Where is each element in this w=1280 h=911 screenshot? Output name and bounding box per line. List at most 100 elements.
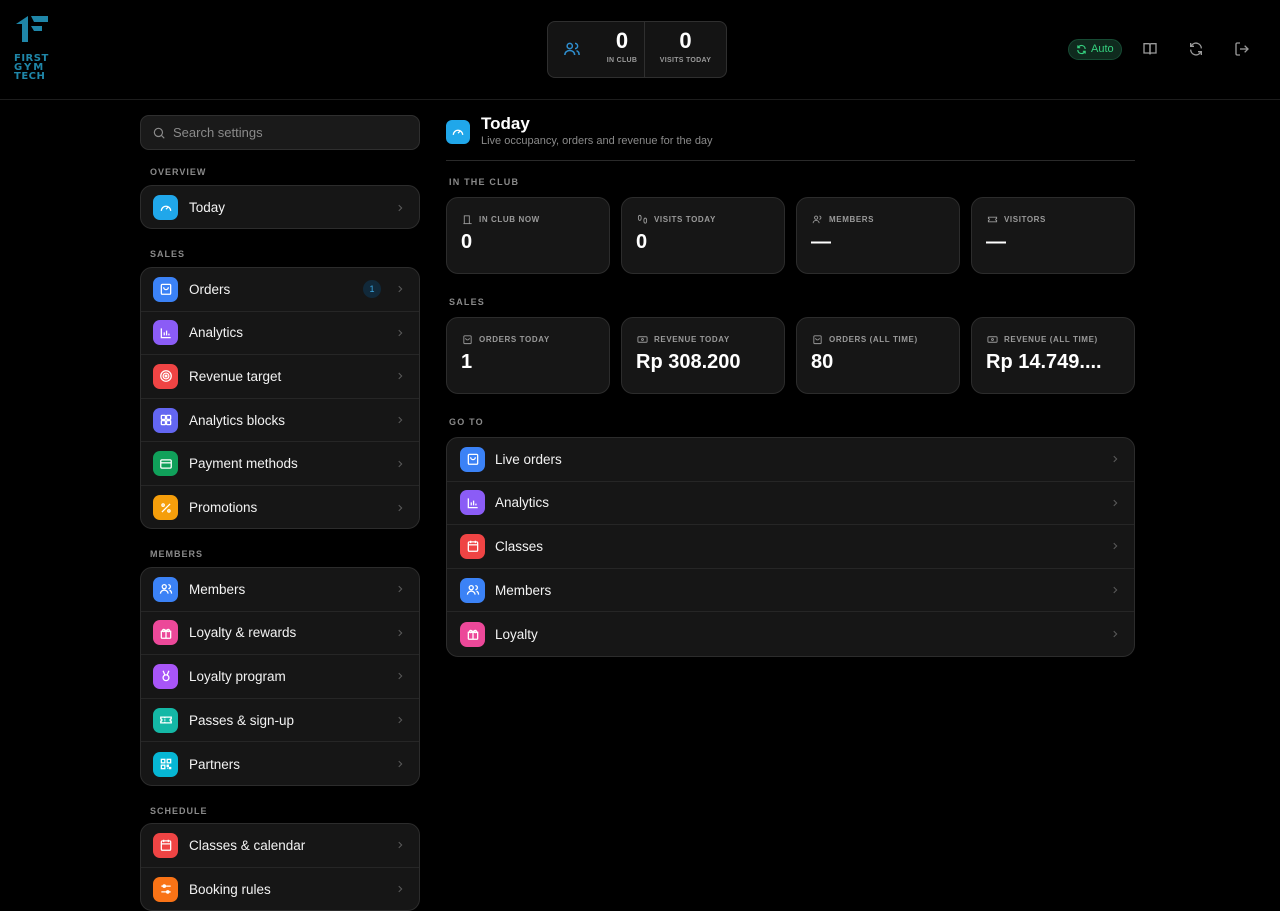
gauge-icon: [446, 120, 470, 144]
book-icon[interactable]: [1142, 41, 1158, 57]
section-label-schedule: SCHEDULE: [150, 806, 208, 816]
sidebar-item-label: Today: [189, 200, 226, 216]
sidebar-item-promotions[interactable]: Promotions: [141, 486, 419, 528]
goto-item-label: Loyalty: [495, 626, 538, 642]
stat-card-members: MEMBERS —: [796, 197, 960, 274]
refresh-auto-icon: [1077, 44, 1086, 55]
sidebar-item-label: Orders: [189, 281, 231, 297]
logo-wordmark: FIRST GYM TECH: [14, 53, 49, 82]
goto-item-label: Live orders: [495, 451, 562, 467]
stat-card-value: —: [811, 231, 831, 253]
stat-card-value: 0: [636, 231, 648, 253]
stat-card-value: 80: [811, 351, 834, 373]
section-label-in-the-club: IN THE CLUB: [449, 177, 520, 187]
sidebar-item-label: Loyalty program: [189, 668, 286, 684]
chevron-right-icon: [398, 460, 403, 467]
stat-card-value: —: [986, 231, 1006, 253]
goto-item-analytics[interactable]: Analytics: [447, 482, 1134, 526]
sliders-icon: [153, 876, 178, 902]
stat-card-visitors: VISITORS —: [971, 197, 1135, 274]
sidebar-item-passes-signup[interactable]: Passes & sign-up: [141, 699, 419, 743]
sidebar-item-analytics-blocks[interactable]: Analytics blocks: [141, 399, 419, 443]
sidebar-item-booking-rules[interactable]: Booking rules: [141, 868, 419, 910]
orders-count-badge: 1: [363, 280, 381, 299]
sidebar-item-label: Payment methods: [189, 456, 298, 472]
section-label-go-to: GO TO: [449, 417, 484, 427]
stat-card-visits-today: VISITS TODAY 0: [621, 197, 785, 274]
stat-card-in-club-now: IN CLUB NOW 0: [446, 197, 610, 274]
sidebar-item-label: Classes & calendar: [189, 837, 306, 853]
section-label-sales: SALES: [150, 249, 186, 259]
stat-card-label: IN CLUB NOW: [479, 215, 540, 224]
chevron-right-icon: [398, 329, 403, 337]
chevron-right-icon: [398, 204, 403, 212]
sidebar-item-orders[interactable]: Orders 1: [141, 268, 419, 312]
percent-icon: [153, 495, 178, 521]
overview-group: Today: [140, 185, 420, 229]
sidebar-item-label: Passes & sign-up: [189, 712, 295, 728]
brand-logo[interactable]: FIRST GYM TECH: [14, 14, 54, 88]
sidebar-item-revenue-target[interactable]: Revenue target: [141, 355, 419, 399]
bag-icon: [153, 276, 178, 302]
chevron-right-icon: [1113, 543, 1118, 550]
chevron-right-icon: [398, 586, 403, 593]
card-icon: [153, 451, 178, 477]
chevron-right-icon: [398, 286, 403, 293]
logo-mark-icon: [16, 16, 48, 42]
sidebar-item-analytics[interactable]: Analytics: [141, 312, 419, 356]
target-icon: [153, 363, 178, 389]
header-divider: [446, 160, 1135, 161]
stat-card-revenue-all-time: REVENUE (ALL TIME) Rp 14.749....: [971, 317, 1135, 394]
chevron-right-icon: [398, 716, 403, 724]
search-input[interactable]: [173, 116, 413, 149]
calendar-icon: [153, 832, 178, 858]
sidebar-item-label: Partners: [189, 756, 241, 772]
qr-icon: [153, 751, 178, 777]
goto-item-loyalty[interactable]: Loyalty: [447, 612, 1134, 656]
ticket-icon: [153, 707, 178, 733]
visits-today-label: VISITS TODAY: [659, 57, 712, 64]
sidebar-item-partners[interactable]: Partners: [141, 742, 419, 785]
auto-label: Auto: [1091, 43, 1114, 55]
settings-search[interactable]: [140, 115, 420, 150]
goto-item-label: Classes: [495, 538, 544, 554]
stat-card-label: MEMBERS: [829, 215, 875, 224]
goto-item-members[interactable]: Members: [447, 569, 1134, 613]
goto-item-live-orders[interactable]: Live orders: [447, 438, 1134, 482]
page-title: Today: [481, 114, 530, 133]
logout-icon[interactable]: [1234, 41, 1250, 57]
top-bar: FIRST GYM TECH 0 IN CLUB 0 VISITS TODAY …: [0, 0, 1280, 100]
chevron-right-icon: [398, 842, 403, 849]
search-icon: [153, 127, 165, 139]
users-icon: [812, 215, 822, 224]
sidebar-item-payment-methods[interactable]: Payment methods: [141, 442, 419, 486]
auto-refresh-toggle[interactable]: Auto: [1068, 39, 1122, 60]
sidebar-item-classes-calendar[interactable]: Classes & calendar: [141, 824, 419, 868]
sidebar-item-label: Promotions: [189, 500, 258, 516]
users-icon: [460, 577, 485, 603]
stat-card-label: VISITORS: [1004, 215, 1046, 224]
sidebar-item-loyalty-rewards[interactable]: Loyalty & rewards: [141, 612, 419, 656]
sidebar-item-members[interactable]: Members: [141, 568, 419, 612]
stat-card-orders-all-time: ORDERS (ALL TIME) 80: [796, 317, 960, 394]
bar-chart-icon: [460, 490, 485, 516]
gift-icon: [460, 621, 485, 647]
visits-today-count: 0: [679, 28, 692, 53]
section-label-overview: OVERVIEW: [150, 167, 207, 177]
goto-list: Live orders Analytics Classes Members Lo…: [446, 437, 1135, 657]
goto-item-classes[interactable]: Classes: [447, 525, 1134, 569]
door-icon: [463, 215, 472, 225]
stat-card-orders-today: ORDERS TODAY 1: [446, 317, 610, 394]
refresh-icon[interactable]: [1188, 41, 1204, 57]
chevron-right-icon: [398, 673, 403, 680]
bag-icon: [460, 446, 485, 472]
sidebar-item-today[interactable]: Today: [141, 186, 419, 228]
live-stats-widget: 0 IN CLUB 0 VISITS TODAY: [547, 21, 727, 78]
stat-card-value: Rp 14.749....: [986, 351, 1102, 373]
gift-icon: [153, 620, 178, 646]
sidebar-item-loyalty-program[interactable]: Loyalty program: [141, 655, 419, 699]
chevron-right-icon: [1113, 630, 1118, 638]
sidebar-item-label: Analytics: [189, 325, 244, 341]
chevron-right-icon: [398, 629, 403, 637]
schedule-group: Classes & calendar Booking rules: [140, 823, 420, 911]
